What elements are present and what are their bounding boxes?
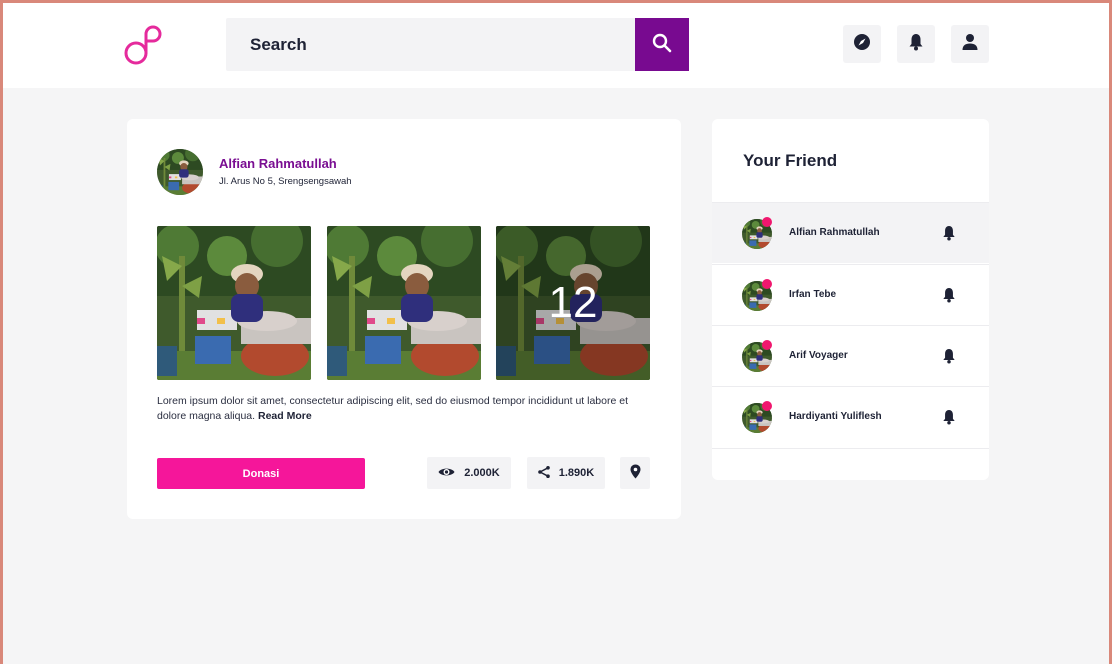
post-description: Lorem ipsum dolor sit amet, consectetur … xyxy=(157,394,637,424)
views-stat[interactable]: 2.000K xyxy=(427,457,511,489)
shares-count: 1.890K xyxy=(558,467,595,479)
bell-icon[interactable] xyxy=(942,348,956,369)
online-indicator xyxy=(762,340,772,350)
online-indicator xyxy=(762,217,772,227)
bell-icon[interactable] xyxy=(942,409,956,430)
bell-icon xyxy=(908,33,924,56)
compass-icon xyxy=(853,33,871,56)
online-indicator xyxy=(762,401,772,411)
friends-title: Your Friend xyxy=(743,151,838,170)
search-icon xyxy=(652,33,672,56)
divider xyxy=(712,448,989,449)
explore-button[interactable] xyxy=(843,25,881,63)
friend-item[interactable]: Alfian Rahmatullah xyxy=(712,202,989,263)
friends-panel: Your Friend Alfian Rahmatullah Irfan Teb… xyxy=(712,119,989,480)
friend-name: Hardiyanti Yuliflesh xyxy=(789,411,882,422)
post-photo-more[interactable]: 12 xyxy=(496,226,650,380)
search-button[interactable] xyxy=(635,18,689,71)
bell-icon[interactable] xyxy=(942,287,956,308)
search-bar xyxy=(226,18,689,71)
online-indicator xyxy=(762,279,772,289)
friend-item[interactable]: Hardiyanti Yuliflesh xyxy=(712,386,989,447)
more-photos-count: 12 xyxy=(496,226,650,380)
friend-name: Arif Voyager xyxy=(789,350,848,361)
post-text: Lorem ipsum dolor sit amet, consectetur … xyxy=(157,395,628,422)
location-button[interactable] xyxy=(620,457,650,489)
friend-name: Alfian Rahmatullah xyxy=(789,227,880,238)
bell-icon[interactable] xyxy=(942,225,956,246)
friend-item[interactable]: Irfan Tebe xyxy=(712,264,989,325)
user-icon xyxy=(961,33,979,56)
read-more-link[interactable]: Read More xyxy=(258,410,312,422)
notifications-button[interactable] xyxy=(897,25,935,63)
profile-button[interactable] xyxy=(951,25,989,63)
post-photo[interactable] xyxy=(157,226,311,380)
share-icon xyxy=(537,465,550,481)
search-input[interactable] xyxy=(226,18,635,71)
location-pin-icon xyxy=(630,464,641,482)
logo-icon[interactable] xyxy=(122,22,162,68)
author-address: Jl. Arus No 5, Srengsengsawah xyxy=(219,176,352,187)
author-name[interactable]: Alfian Rahmatullah xyxy=(219,156,337,171)
author-avatar[interactable] xyxy=(157,149,203,195)
views-count: 2.000K xyxy=(464,467,500,479)
top-header xyxy=(0,0,1112,88)
post-card: Alfian Rahmatullah Jl. Arus No 5, Srengs… xyxy=(127,119,681,519)
share-button[interactable]: 1.890K xyxy=(527,457,605,489)
eye-icon xyxy=(438,466,455,481)
friend-item[interactable]: Arif Voyager xyxy=(712,325,989,386)
donate-button[interactable]: Donasi xyxy=(157,458,365,489)
post-photo[interactable] xyxy=(327,226,481,380)
friend-name: Irfan Tebe xyxy=(789,289,837,300)
